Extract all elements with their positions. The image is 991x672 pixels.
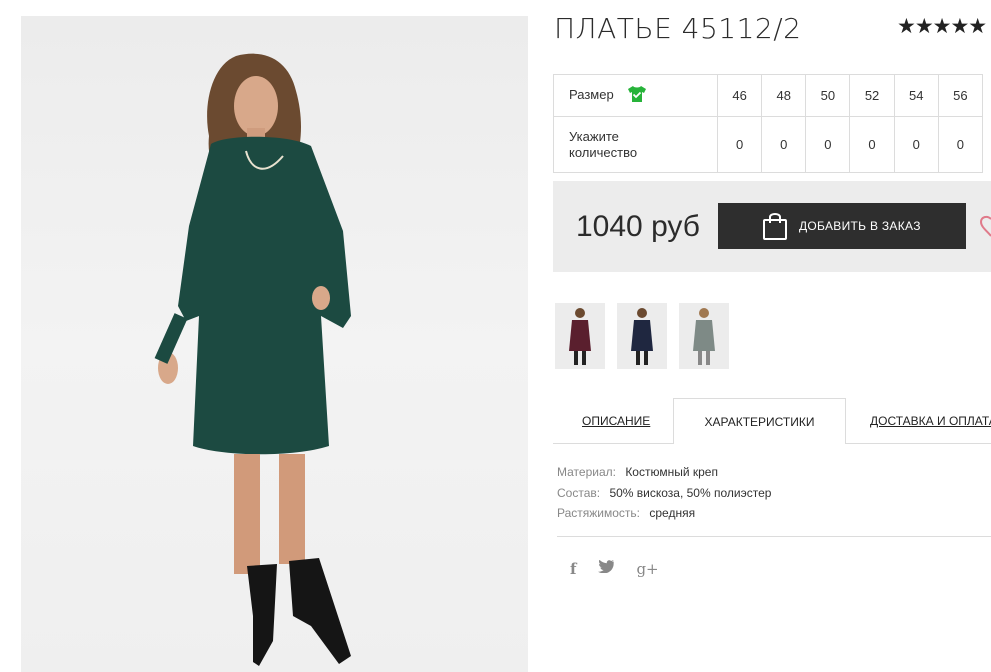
quantity-input[interactable]: 0 xyxy=(849,116,895,173)
size-cell: 48 xyxy=(761,74,807,117)
wishlist-heart-icon[interactable] xyxy=(975,215,991,244)
thumbnail-grey[interactable] xyxy=(679,303,729,369)
size-cell: 52 xyxy=(849,74,895,117)
product-tabs: ОПИСАНИЕ ХАРАКТЕРИСТИКИ ДОСТАВКА И ОПЛАТ… xyxy=(553,398,991,444)
product-title: ПЛАТЬЕ 45112/2 xyxy=(554,12,802,45)
quantity-input[interactable]: 0 xyxy=(761,116,807,173)
size-label-cell: Размер xyxy=(553,74,718,117)
social-share: f g+ xyxy=(570,559,659,578)
facebook-icon[interactable]: f xyxy=(570,560,576,578)
tab-description[interactable]: ОПИСАНИЕ xyxy=(582,398,650,442)
thumbnail-navy[interactable] xyxy=(617,303,667,369)
rating-stars[interactable]: ★★★★★ xyxy=(897,14,987,39)
buy-box: 1040 руб ДОБАВИТЬ В ЗАКАЗ xyxy=(553,181,991,272)
spec-key: Материал: xyxy=(557,465,616,479)
spec-row: Состав: 50% вискоза, 50% полиэстер xyxy=(557,483,771,504)
quantity-input[interactable]: 0 xyxy=(716,116,763,173)
twitter-icon[interactable] xyxy=(598,559,615,578)
size-chart-shirt-icon[interactable] xyxy=(627,85,647,106)
spec-key: Растяжимость: xyxy=(557,506,641,520)
model-illustration xyxy=(154,53,351,666)
thumbnail-burgundy[interactable] xyxy=(555,303,605,369)
spec-value: средняя xyxy=(649,506,696,520)
size-cell: 54 xyxy=(893,74,939,117)
size-label: Размер xyxy=(569,86,614,102)
add-to-order-button[interactable]: ДОБАВИТЬ В ЗАКАЗ xyxy=(718,203,966,249)
size-quantity-table: Размер 46 48 50 52 54 56 Укажите количес… xyxy=(553,74,984,173)
quantity-input[interactable]: 0 xyxy=(937,116,984,173)
quantity-label-line2: количество xyxy=(569,144,638,160)
tab-delivery[interactable]: ДОСТАВКА И ОПЛАТА xyxy=(870,398,991,442)
size-row: Размер 46 48 50 52 54 56 xyxy=(553,74,984,117)
spec-value: Костюмный креп xyxy=(625,465,718,479)
quantity-label-cell: Укажите количество xyxy=(553,116,718,173)
tab-characteristics[interactable]: ХАРАКТЕРИСТИКИ xyxy=(673,398,846,444)
product-price: 1040 руб xyxy=(576,210,700,243)
characteristics-list: Материал: Костюмный креп Состав: 50% вис… xyxy=(557,462,771,524)
spec-key: Состав: xyxy=(557,485,601,500)
google-plus-icon[interactable]: g+ xyxy=(636,560,658,578)
quantity-input[interactable]: 0 xyxy=(893,116,939,173)
quantity-row: Укажите количество 0 0 0 0 0 0 xyxy=(553,116,984,173)
quantity-input[interactable]: 0 xyxy=(805,116,851,173)
spec-value: 50% вискоза, 50% полиэстер xyxy=(609,485,772,500)
divider xyxy=(557,536,991,537)
spec-row: Растяжимость: средняя xyxy=(557,503,771,524)
size-cell: 56 xyxy=(937,74,984,117)
add-to-order-label: ДОБАВИТЬ В ЗАКАЗ xyxy=(799,219,921,233)
product-main-photo[interactable] xyxy=(21,16,528,672)
spec-row: Материал: Костюмный креп xyxy=(557,462,771,483)
size-cell: 46 xyxy=(716,74,763,117)
shopping-bag-icon xyxy=(762,211,788,241)
size-cell: 50 xyxy=(805,74,851,117)
quantity-label-line1: Укажите xyxy=(569,128,619,144)
